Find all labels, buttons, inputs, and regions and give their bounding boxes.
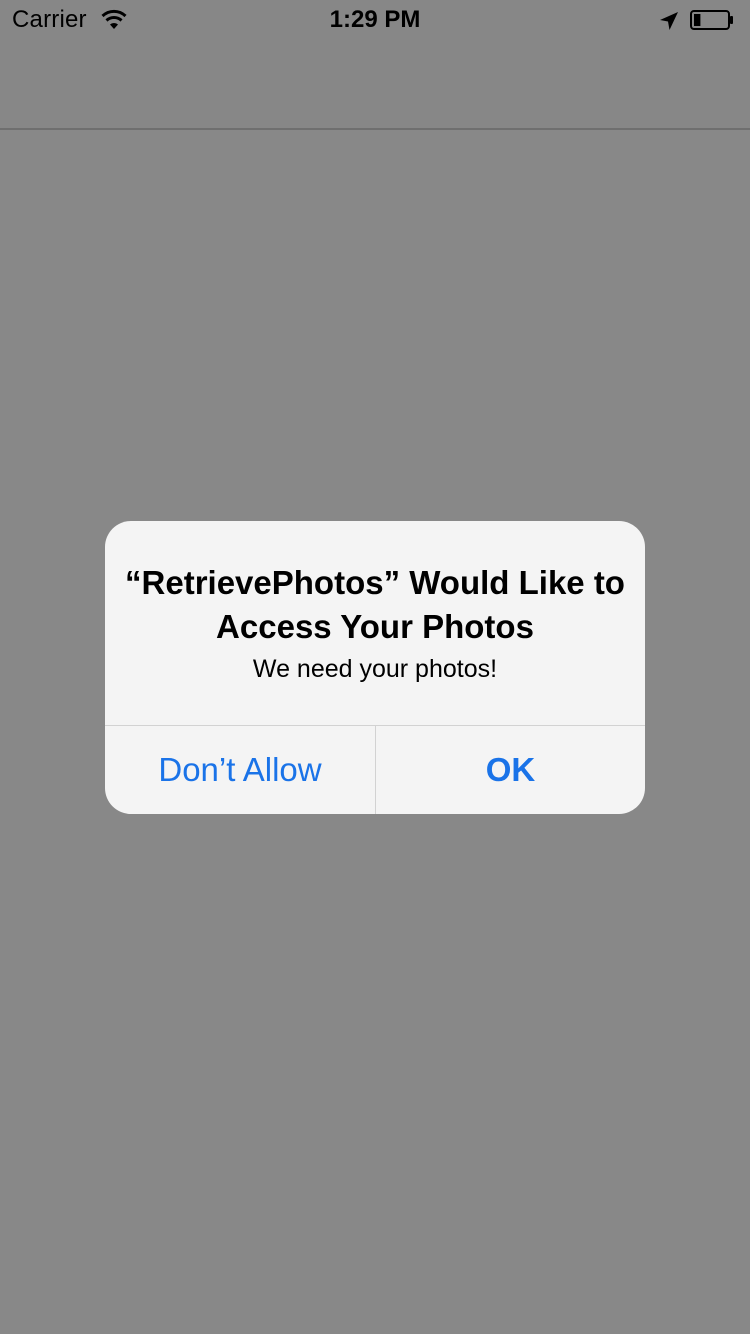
status-bar: Carrier 1:29 PM: [0, 0, 750, 40]
alert-content: “RetrievePhotos” Would Like to Access Yo…: [105, 521, 645, 725]
battery-icon: [690, 10, 733, 30]
status-time: 1:29 PM: [329, 6, 421, 33]
permission-alert: “RetrievePhotos” Would Like to Access Yo…: [105, 521, 645, 814]
ok-button[interactable]: OK: [376, 726, 645, 814]
alert-message: We need your photos!: [252, 655, 498, 683]
alert-title: “RetrievePhotos” Would Like to Access Yo…: [125, 564, 625, 645]
navigation-bar: Carrier 1:29 PM: [0, 0, 750, 130]
dont-allow-button[interactable]: Don’t Allow: [105, 726, 375, 814]
location-arrow-icon: [660, 12, 678, 30]
